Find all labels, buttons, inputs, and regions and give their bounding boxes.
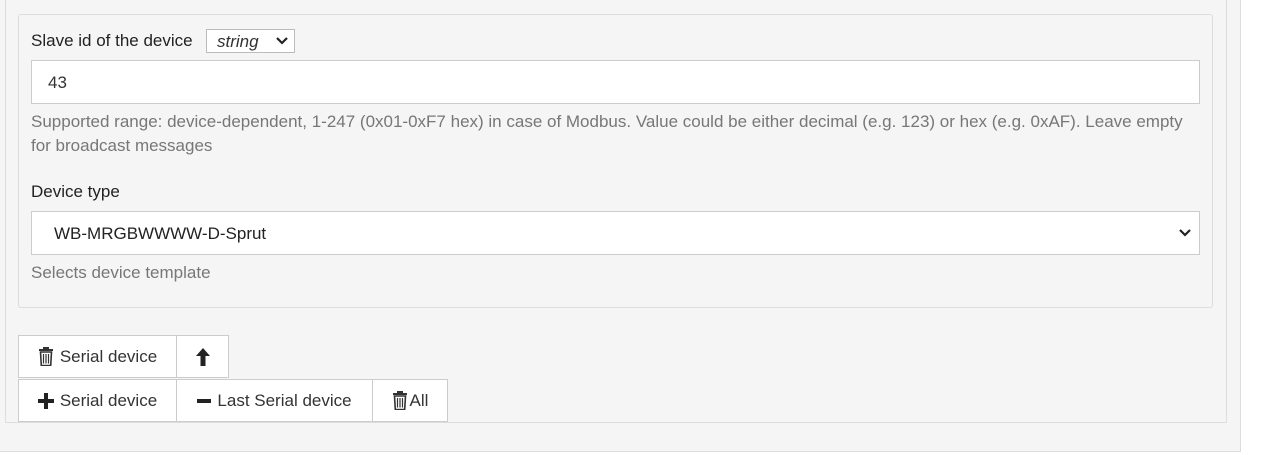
delete-all-label: All [409,390,429,410]
slave-id-help: Supported range: device-dependent, 1-247… [31,112,1183,155]
arrow-up-icon [195,347,210,366]
remove-last-serial-device-label: Last Serial device [217,390,352,410]
delete-serial-device-label: Serial device [59,346,158,366]
move-up-button[interactable] [176,335,229,378]
device-type-help: Selects device template [31,263,211,282]
slave-id-input[interactable]: 43 [31,60,1200,104]
minus-icon [197,398,212,403]
add-serial-device-button[interactable]: Serial device [18,379,177,422]
slave-id-label: Slave id of the device [31,31,193,50]
trash-icon [38,347,53,366]
device-type-label: Device type [31,182,120,201]
slave-id-type-value: string [217,32,259,51]
device-type-select[interactable]: WB-MRGBWWWW-D-Sprut [31,211,1200,255]
chevron-down-icon [1179,229,1191,237]
scroll-gutter [1241,0,1280,455]
chevron-down-icon [276,37,288,45]
trash-icon [392,391,407,410]
plus-icon [37,392,54,409]
add-serial-device-label: Serial device [59,390,158,410]
remove-last-serial-device-button[interactable]: Last Serial device [176,379,373,422]
device-type-value: WB-MRGBWWWW-D-Sprut [54,224,267,243]
slave-id-type-select[interactable]: string [206,29,295,53]
slave-id-value: 43 [48,73,67,92]
delete-serial-device-button[interactable]: Serial device [18,335,177,378]
delete-all-button[interactable]: All [372,379,448,422]
